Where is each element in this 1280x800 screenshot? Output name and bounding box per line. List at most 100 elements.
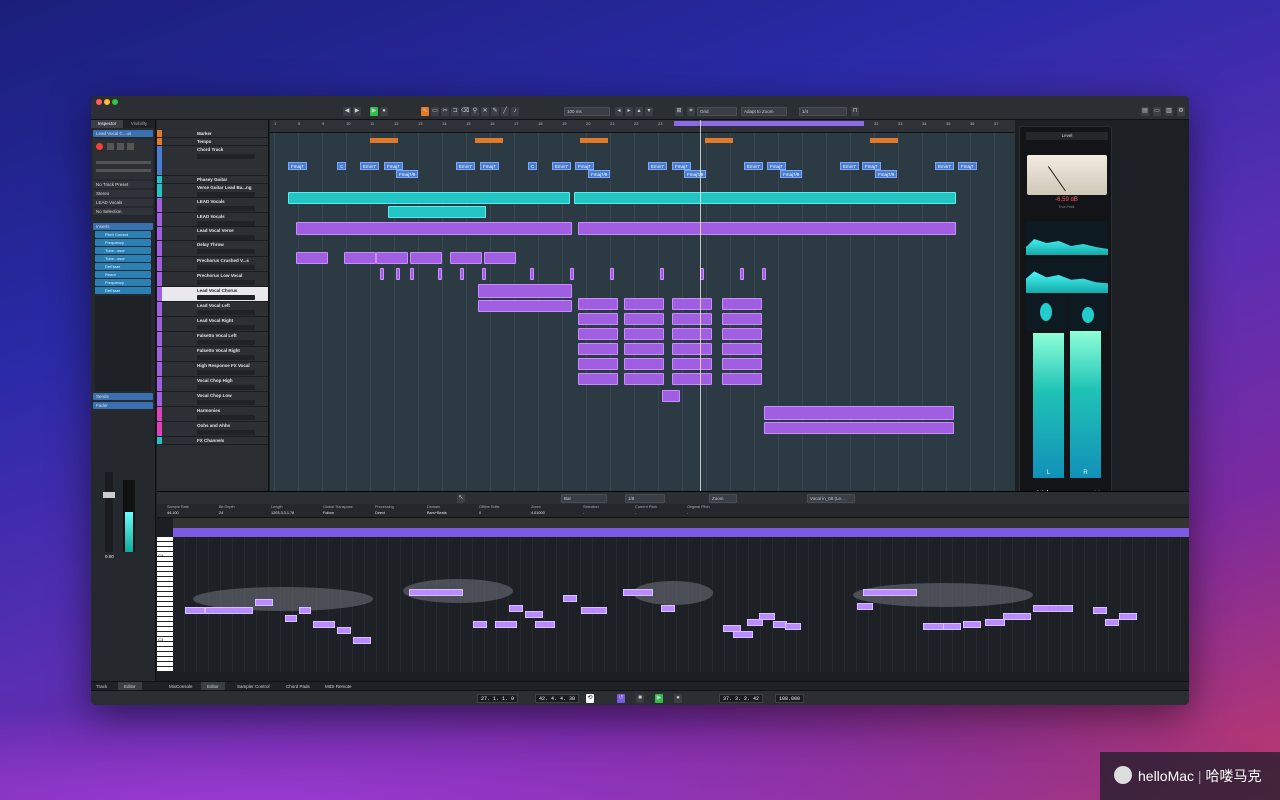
audio-event[interactable]	[722, 328, 762, 340]
track-controls[interactable]	[197, 355, 255, 360]
track-header[interactable]: Chord Track	[157, 146, 268, 176]
forward-icon[interactable]: ▶	[353, 107, 361, 116]
audio-event[interactable]	[396, 268, 400, 280]
zoom-window-button[interactable]	[112, 99, 118, 105]
inserts-section[interactable]: Inserts	[93, 223, 153, 230]
pitch-segment[interactable]	[255, 599, 273, 606]
range-tool-icon[interactable]: ▭	[431, 107, 439, 116]
pitch-segment[interactable]	[661, 605, 675, 612]
track-controls[interactable]	[197, 340, 255, 345]
nudge-left-icon[interactable]: ◂	[615, 107, 623, 116]
tempo-display[interactable]: 108.000	[775, 694, 805, 703]
audio-event[interactable]	[438, 268, 442, 280]
audio-event[interactable]	[478, 284, 572, 298]
pitch-segment[interactable]	[1093, 607, 1107, 614]
sends-section[interactable]: Sends	[93, 393, 153, 400]
audio-event[interactable]	[388, 206, 486, 218]
pitch-segment[interactable]	[581, 607, 607, 614]
track-controls[interactable]	[197, 370, 255, 375]
audio-event[interactable]	[410, 268, 414, 280]
inspector-group[interactable]: LEAD Vocals	[93, 199, 153, 206]
audio-event[interactable]	[624, 358, 664, 370]
track-controls[interactable]	[197, 154, 255, 159]
info-value[interactable]: 1203.3.3.1.78	[271, 511, 294, 515]
track-header[interactable]: Lead Vocal Right	[157, 317, 268, 332]
chord-event[interactable]: Fmaj7/9	[588, 170, 611, 178]
chord-event[interactable]: C	[337, 162, 347, 170]
audio-event[interactable]	[740, 268, 744, 280]
pitch-segment[interactable]	[285, 615, 297, 622]
audio-event[interactable]	[660, 268, 664, 280]
track-controls[interactable]	[197, 235, 255, 240]
audio-event[interactable]	[578, 222, 956, 235]
tab-inspector[interactable]: Inspector	[91, 120, 123, 128]
audio-event[interactable]	[624, 343, 664, 355]
solo-icon[interactable]	[127, 143, 134, 150]
track-header[interactable]: High Response FX Vocal	[157, 362, 268, 377]
marker[interactable]	[580, 138, 608, 143]
track-controls[interactable]	[197, 206, 255, 211]
settings-icon[interactable]: ⚙	[1177, 107, 1185, 116]
track-controls[interactable]	[197, 249, 255, 254]
volume-slider[interactable]	[96, 161, 151, 164]
inspector-selection[interactable]: No Selection	[93, 208, 153, 215]
nudge-right-icon[interactable]: ▸	[625, 107, 633, 116]
editor-grid-select[interactable]: Bar	[561, 494, 607, 503]
rewind-icon[interactable]: ◀	[343, 107, 351, 116]
pitch-segment[interactable]	[473, 621, 487, 628]
close-window-button[interactable]	[96, 99, 102, 105]
info-value[interactable]: 24	[219, 511, 223, 515]
track-header[interactable]: FX Channels	[157, 437, 268, 445]
record-enable-icon[interactable]	[96, 143, 103, 150]
track-controls[interactable]	[197, 415, 255, 420]
info-value[interactable]: 4.01000	[531, 511, 545, 515]
pitch-segment[interactable]	[943, 623, 961, 630]
chord-event[interactable]: Emin7	[456, 162, 475, 170]
layout-bottom-icon[interactable]: ▭	[1153, 107, 1161, 116]
track-controls[interactable]	[197, 385, 255, 390]
glue-tool-icon[interactable]: ⊐	[451, 107, 459, 116]
chord-event[interactable]: Fmaj7	[575, 162, 594, 170]
insert-slot[interactable]: Pitch Correct	[95, 231, 151, 238]
overview-waveform[interactable]	[173, 518, 1189, 528]
track-header[interactable]: Phasey Guitar	[157, 176, 268, 184]
audio-event[interactable]	[530, 268, 534, 280]
chord-event[interactable]: Emin7	[552, 162, 571, 170]
cycle-range[interactable]	[674, 121, 864, 126]
play-icon[interactable]: ▶	[370, 107, 378, 116]
marker[interactable]	[870, 138, 898, 143]
chord-event[interactable]: Fmaj7	[672, 162, 691, 170]
fader-section[interactable]: Fader	[93, 402, 153, 409]
track-header[interactable]: Falsetto Vocal Right	[157, 347, 268, 362]
audio-event[interactable]	[578, 358, 618, 370]
grid-zoom-select[interactable]: Adapt to Zoom	[741, 107, 787, 116]
marker[interactable]	[370, 138, 398, 143]
nudge-up-icon[interactable]: ▴	[635, 107, 643, 116]
position-display[interactable]: 37. 3. 2. 42	[719, 694, 764, 703]
transport-play-icon[interactable]: ▶	[655, 694, 663, 703]
audio-event[interactable]	[578, 343, 618, 355]
marker[interactable]	[475, 138, 503, 143]
audio-event[interactable]	[722, 343, 762, 355]
pitch-segment[interactable]	[759, 613, 775, 620]
info-value[interactable]: 44.100	[167, 511, 179, 515]
pitch-segment[interactable]	[1003, 613, 1031, 620]
audio-event[interactable]	[610, 268, 614, 280]
chord-event[interactable]: Fmaj7	[958, 162, 977, 170]
inspector-output[interactable]: Stereo	[93, 190, 153, 197]
pitch-segment[interactable]	[1119, 613, 1137, 620]
chord-event[interactable]: Fmaj7/9	[684, 170, 707, 178]
pitch-segment[interactable]	[733, 631, 753, 638]
pitch-segment[interactable]	[563, 595, 577, 602]
insert-slot[interactable]: Reaor	[95, 271, 151, 278]
audio-event[interactable]	[380, 268, 384, 280]
track-controls[interactable]	[197, 280, 255, 285]
editor-track-select[interactable]: Vocal in_08 (Le...	[807, 494, 855, 503]
tab-visibility[interactable]: Visibility	[123, 120, 155, 128]
pitch-segment[interactable]	[205, 607, 253, 614]
track-controls[interactable]	[197, 400, 255, 405]
audio-event[interactable]	[624, 313, 664, 325]
track-header[interactable]: Lead Vocal Left	[157, 302, 268, 317]
pointer-tool-icon[interactable]: ↖	[421, 107, 429, 116]
audio-event[interactable]	[624, 298, 664, 310]
